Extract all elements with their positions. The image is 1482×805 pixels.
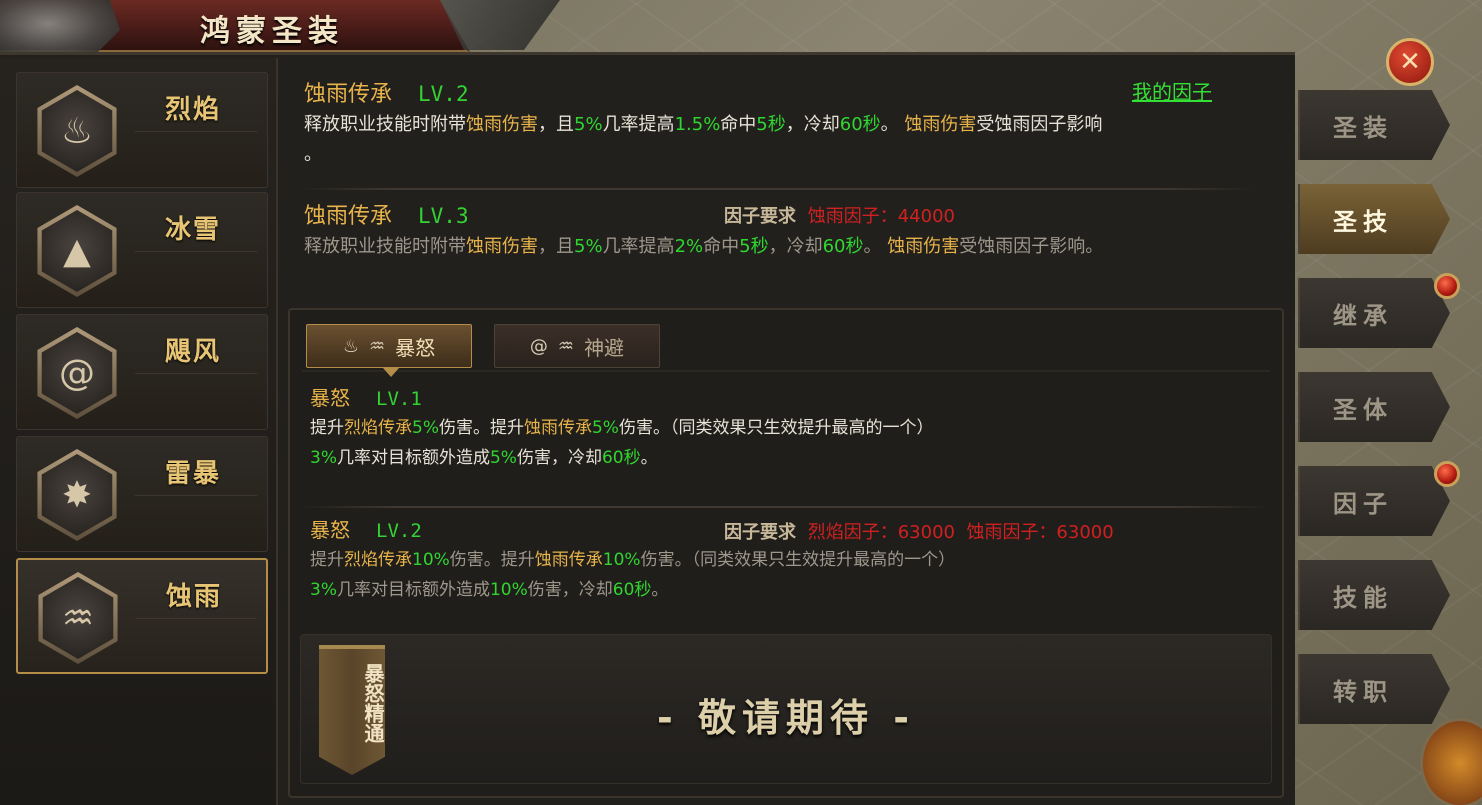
skill-name: 暴怒 bbox=[310, 386, 350, 410]
category-label: 冰雪 bbox=[165, 215, 222, 245]
skill-level: LV.3 bbox=[418, 204, 469, 228]
divider bbox=[300, 188, 1256, 190]
right-tab-label: 技能 bbox=[1333, 583, 1393, 612]
right-tab-label: 圣装 bbox=[1333, 113, 1393, 142]
inheritance-lv3: 蚀雨传承 LV.3 因子要求 蚀雨因子：44000 释放职业技能时附带蚀雨伤害，… bbox=[304, 198, 1284, 262]
mastery-section: 暴怒精通 - 敬请期待 - bbox=[300, 634, 1272, 784]
notification-dot bbox=[1434, 273, 1460, 299]
requirement-value: 蚀雨因子：44000 bbox=[807, 206, 955, 227]
rain-drop-icon: ♒ bbox=[557, 335, 575, 357]
right-tab-holy-body[interactable]: 圣体 bbox=[1298, 372, 1450, 442]
right-tab-label: 圣体 bbox=[1333, 395, 1393, 424]
coming-soon-text: - 敬请期待 - bbox=[656, 696, 915, 740]
right-tab-skill[interactable]: 技能 bbox=[1298, 560, 1450, 630]
skill-level: LV.2 bbox=[376, 520, 422, 542]
tab-label: 暴怒 bbox=[395, 335, 436, 360]
skill-description: 释放职业技能时附带蚀雨伤害，且5%几率提高2%命中5秒，冷却60秒。 蚀雨伤害受… bbox=[304, 236, 1104, 257]
rage-panel: ♨ ♒ 暴怒 @ ♒ 神避 暴怒 LV.1 提升烈焰传承5%伤害。提升蚀雨传承5… bbox=[288, 308, 1284, 798]
content-panel: 我的因子 蚀雨传承 LV.2 释放职业技能时附带蚀雨伤害，且5%几率提高1.5%… bbox=[280, 62, 1292, 805]
tab-rage[interactable]: ♨ ♒ 暴怒 bbox=[306, 324, 472, 377]
tab-divine-dodge[interactable]: @ ♒ 神避 bbox=[494, 324, 660, 368]
rage-lv1: 暴怒 LV.1 提升烈焰传承5%伤害。提升蚀雨传承5%伤害。（同类效果只生效提升… bbox=[310, 382, 1270, 473]
skill-level: LV.2 bbox=[418, 82, 469, 106]
category-item-flame[interactable]: ♨ 烈焰 bbox=[16, 72, 268, 188]
flame-icon: ♨ bbox=[37, 85, 117, 177]
whirlwind-icon: @ bbox=[37, 327, 117, 419]
requirement-value: 烈焰因子：63000 蚀雨因子：63000 bbox=[807, 522, 1114, 543]
skill-tabs: ♨ ♒ 暴怒 @ ♒ 神避 bbox=[302, 324, 1270, 377]
category-item-wind[interactable]: @ 飓风 bbox=[16, 314, 268, 430]
skill-name: 暴怒 bbox=[310, 518, 350, 542]
category-label: 烈焰 bbox=[165, 95, 222, 125]
dragon-ornament bbox=[0, 0, 120, 52]
rain-drop-icon: ♒ bbox=[38, 572, 118, 664]
right-tab-label: 因子 bbox=[1333, 489, 1393, 518]
right-tab-label: 继承 bbox=[1333, 301, 1393, 330]
right-tab-holy-gear[interactable]: 圣装 bbox=[1298, 90, 1450, 160]
right-tab-class-change[interactable]: 转职 bbox=[1298, 654, 1450, 724]
category-item-thunder[interactable]: ✸ 雷暴 bbox=[16, 436, 268, 552]
requirement-label: 因子要求 bbox=[724, 206, 796, 227]
right-tab-holy-skill[interactable]: 圣技 bbox=[1298, 184, 1450, 254]
thunder-icon: ✸ bbox=[37, 449, 117, 541]
right-tab-label: 转职 bbox=[1333, 677, 1393, 706]
skill-description: 提升烈焰传承5%伤害。提升蚀雨传承5%伤害。（同类效果只生效提升最高的一个） 3… bbox=[310, 418, 934, 468]
whirlwind-icon: @ bbox=[529, 335, 548, 357]
inheritance-lv2: 蚀雨传承 LV.2 释放职业技能时附带蚀雨伤害，且5%几率提高1.5%命中5秒，… bbox=[304, 76, 1264, 170]
skill-level: LV.1 bbox=[376, 388, 422, 410]
right-tab-label: 圣技 bbox=[1333, 207, 1393, 236]
rage-lv2: 暴怒 LV.2 因子要求 烈焰因子：63000 蚀雨因子：63000 提升烈焰传… bbox=[310, 514, 1270, 605]
right-tab-inherit[interactable]: 继承 bbox=[1298, 278, 1450, 348]
category-label: 蚀雨 bbox=[166, 582, 223, 612]
category-item-rain[interactable]: ♒ 蚀雨 bbox=[16, 558, 268, 674]
tab-label: 神避 bbox=[584, 335, 625, 360]
skill-description: 提升烈焰传承10%伤害。提升蚀雨传承10%伤害。（同类效果只生效提升最高的一个）… bbox=[310, 550, 956, 600]
notification-dot bbox=[1434, 461, 1460, 487]
category-label: 雷暴 bbox=[165, 459, 222, 489]
close-button[interactable]: ✕ bbox=[1386, 38, 1434, 86]
skill-description: 释放职业技能时附带蚀雨伤害，且5%几率提高1.5%命中5秒，冷却60秒。 蚀雨伤… bbox=[304, 114, 1103, 165]
title-banner: 鸿蒙圣装 bbox=[0, 0, 470, 52]
skill-name: 蚀雨传承 bbox=[304, 82, 393, 107]
category-label: 飓风 bbox=[165, 337, 222, 367]
category-list: ♨ 烈焰 ▲ 冰雪 @ 飓风 ✸ 雷暴 ♒ 蚀雨 bbox=[0, 58, 278, 805]
category-item-ice[interactable]: ▲ 冰雪 bbox=[16, 192, 268, 308]
window-title: 鸿蒙圣装 bbox=[200, 14, 344, 49]
divider bbox=[300, 506, 1272, 508]
skill-name: 蚀雨传承 bbox=[304, 204, 393, 229]
flame-icon: ♨ bbox=[342, 335, 359, 357]
requirement-label: 因子要求 bbox=[724, 522, 796, 543]
mountain-icon: ▲ bbox=[37, 205, 117, 297]
close-icon: ✕ bbox=[1399, 47, 1421, 77]
right-tab-factor[interactable]: 因子 bbox=[1298, 466, 1450, 536]
rain-drop-icon: ♒ bbox=[369, 335, 386, 357]
